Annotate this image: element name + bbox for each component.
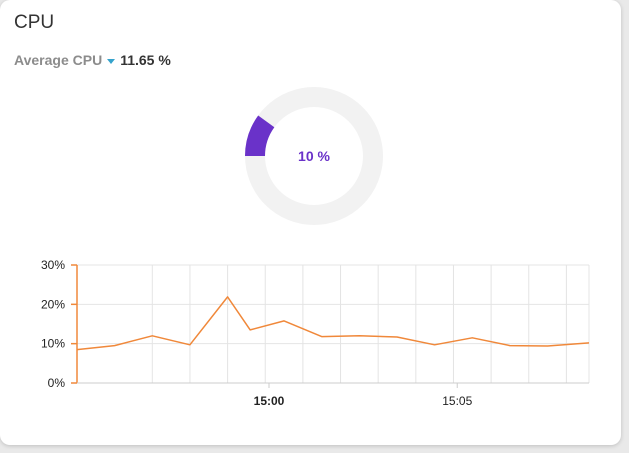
widget-title: CPU: [14, 12, 55, 33]
cpu-widget-card: CPU Average CPU 11.65 % 10 % 30% 20% 10% 0%…: [0, 0, 621, 445]
gauge-label: 10 %: [298, 148, 330, 164]
chart-grid: [77, 264, 590, 383]
metric-selector-label: Average CPU: [14, 52, 103, 68]
gauge-fill: [245, 115, 275, 157]
chart-tick-labels: 30% 20% 10% 0% 15:00 15:05: [41, 258, 473, 408]
metric-selector-dropdown[interactable]: Average CPU 11.65 %: [14, 52, 171, 68]
y-tick-label: 20%: [41, 297, 65, 311]
metric-value: 11.65 %: [120, 52, 171, 68]
y-tick-label: 0%: [48, 376, 66, 390]
cpu-gauge: 10 %: [245, 87, 383, 225]
cpu-line-chart: 30% 20% 10% 0% 15:00 15:05: [41, 258, 590, 408]
x-tick-label: 15:05: [442, 394, 472, 408]
y-tick-label: 10%: [41, 337, 65, 351]
caret-down-icon: [107, 58, 116, 64]
chart-axes: [71, 264, 589, 388]
x-tick-label: 15:00: [254, 394, 285, 408]
y-tick-label: 30%: [41, 258, 65, 272]
